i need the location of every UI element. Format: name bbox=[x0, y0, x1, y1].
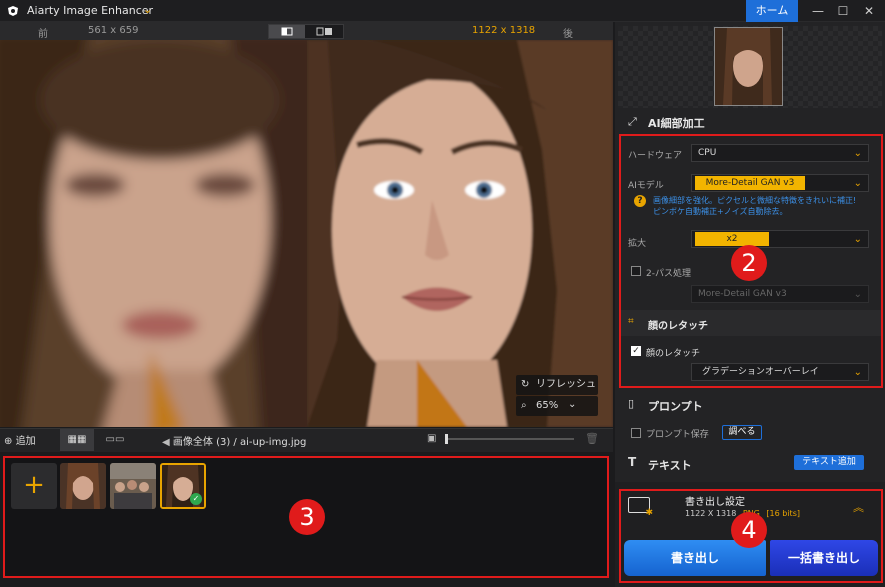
thumbnail-size-slider[interactable] bbox=[446, 438, 574, 440]
chevron-down-icon: ⌄ bbox=[568, 399, 577, 410]
side-by-side-icon bbox=[316, 27, 332, 36]
scale-select[interactable]: x2 ⌄ bbox=[691, 230, 869, 248]
export-bits: [16 bits] bbox=[766, 509, 800, 518]
breadcrumb-separator: / bbox=[233, 437, 237, 448]
before-image-photo bbox=[0, 40, 307, 427]
chevron-down-icon: ⌄ bbox=[853, 289, 862, 300]
lookup-button[interactable]: 調べる bbox=[722, 425, 762, 440]
zoom-control[interactable]: ⌕ 65% ⌄ bbox=[516, 396, 598, 416]
scale-value: x2 bbox=[695, 232, 769, 246]
strip-icon: ▭▭ bbox=[105, 434, 125, 445]
image-icon: ▣ bbox=[427, 433, 437, 444]
model-info-line1: 画像細部を強化。ピクセルと微細な特徴をきれいに補正! bbox=[653, 196, 857, 205]
thumbnail-1-image bbox=[60, 463, 106, 509]
hardware-label: ハードウェア bbox=[628, 151, 683, 161]
badge-2: 2 bbox=[731, 245, 767, 281]
ai-detail-icon: ⤢ bbox=[628, 115, 637, 128]
batch-export-button[interactable]: 一括書き出し bbox=[770, 540, 878, 576]
scale-label: 拡大 bbox=[628, 239, 647, 249]
slider-knob[interactable] bbox=[445, 434, 448, 444]
app-menu-chevron-icon[interactable]: ⌄ bbox=[143, 3, 152, 16]
export-size: 1122 X 1318 bbox=[685, 509, 737, 518]
refresh-button[interactable]: ↻ リフレッシュ bbox=[516, 375, 598, 395]
maximize-button[interactable]: ☐ bbox=[833, 2, 853, 20]
chevron-down-icon: ⌄ bbox=[853, 178, 862, 189]
minimize-button[interactable]: — bbox=[808, 2, 828, 20]
text-title: テキスト bbox=[648, 459, 692, 472]
two-pass-model-value: More-Detail GAN v3 bbox=[698, 289, 787, 299]
face-mode-value: グラデーションオーバーレイ bbox=[702, 367, 819, 377]
face-retouch-checkbox[interactable]: ✓ bbox=[631, 346, 641, 356]
help-icon[interactable]: ? bbox=[634, 195, 646, 207]
split-view-icon bbox=[281, 27, 293, 36]
thumbnail-1[interactable] bbox=[60, 463, 106, 509]
model-select[interactable]: More-Detail GAN v3 ⌄ bbox=[691, 174, 869, 192]
add-label: 追加 bbox=[15, 436, 36, 447]
prompt-save-checkbox[interactable] bbox=[631, 428, 641, 438]
export-settings-title: 書き出し設定 bbox=[685, 497, 745, 508]
grid-icon: ▦▦ bbox=[67, 434, 87, 445]
chevron-down-icon: ⌄ bbox=[853, 234, 862, 245]
check-icon: ✓ bbox=[190, 493, 202, 505]
zoom-value: 65% bbox=[536, 400, 559, 411]
two-pass-checkbox[interactable] bbox=[631, 266, 641, 276]
face-mode-select[interactable]: グラデーションオーバーレイ ⌄ bbox=[691, 363, 869, 381]
add-text-button[interactable]: テキスト追加 bbox=[794, 455, 864, 470]
app-logo-icon bbox=[8, 6, 18, 16]
two-pass-model-select[interactable]: More-Detail GAN v3 ⌄ bbox=[691, 285, 869, 303]
add-button[interactable]: ⊕ 追加 bbox=[4, 432, 36, 447]
before-size: 561 x 659 bbox=[88, 25, 139, 36]
back-arrow-icon[interactable]: ◀ bbox=[162, 437, 170, 448]
after-label: 後 bbox=[563, 29, 573, 40]
preview-thumbnail bbox=[714, 27, 783, 106]
refresh-label: リフレッシュ bbox=[536, 379, 596, 390]
hardware-select[interactable]: CPU ⌄ bbox=[691, 144, 869, 162]
chevron-down-icon: ⌄ bbox=[853, 148, 862, 159]
trash-icon[interactable]: 🗑 bbox=[585, 432, 599, 445]
thumbnail-2[interactable] bbox=[110, 463, 156, 509]
zoom-icon: ⌕ bbox=[521, 400, 527, 411]
grid-view-button[interactable]: ▦▦ bbox=[60, 429, 94, 451]
prompt-save-label: プロンプト保存 bbox=[646, 430, 709, 440]
badge-3: 3 bbox=[289, 499, 325, 535]
preview-photo bbox=[715, 28, 782, 105]
after-image[interactable] bbox=[307, 40, 613, 427]
face-retouch-icon: ⌗ bbox=[628, 316, 634, 327]
split-view-button[interactable] bbox=[269, 25, 305, 38]
document-icon: ▯ bbox=[628, 397, 635, 410]
breadcrumb-file: ai-up-img.jpg bbox=[239, 437, 307, 448]
thumbnail-2-image bbox=[110, 463, 156, 509]
after-size: 1122 x 1318 bbox=[472, 25, 536, 36]
chevron-down-icon: ⌄ bbox=[853, 367, 862, 378]
model-info-line2: ピンボケ自動補正+ノイズ自動除去。 bbox=[653, 207, 788, 216]
thumbnail-3-selected[interactable]: ✓ bbox=[160, 463, 206, 509]
after-image-photo bbox=[307, 40, 613, 427]
breadcrumb-all[interactable]: 画像全体 (3) bbox=[173, 437, 230, 448]
breadcrumb: ◀ 画像全体 (3) / ai-up-img.jpg bbox=[162, 433, 306, 448]
hardware-value: CPU bbox=[698, 148, 717, 158]
close-button[interactable]: ✕ bbox=[859, 2, 879, 20]
badge-4: 4 bbox=[731, 512, 767, 548]
text-icon: T bbox=[628, 455, 637, 469]
home-button[interactable]: ホーム bbox=[746, 0, 798, 22]
model-label: AIモデル bbox=[628, 181, 664, 191]
export-settings-icon: ✱ bbox=[628, 497, 653, 518]
gear-icon: ✱ bbox=[645, 508, 653, 518]
strip-view-button[interactable]: ▭▭ bbox=[98, 429, 132, 451]
before-label: 前 bbox=[38, 29, 48, 40]
prompt-title: プロンプト bbox=[648, 400, 703, 413]
model-value: More-Detail GAN v3 bbox=[695, 176, 805, 190]
plus-circle-icon: ⊕ bbox=[4, 436, 13, 447]
face-retouch-label: 顔のレタッチ bbox=[646, 349, 701, 359]
face-section-title: 顔のレタッチ bbox=[648, 321, 708, 332]
collapse-icon[interactable]: ︽ bbox=[853, 499, 864, 515]
side-by-side-button[interactable] bbox=[306, 25, 343, 38]
two-pass-label: 2-パス処理 bbox=[646, 269, 691, 279]
ai-detail-title: AI細部加工 bbox=[648, 117, 705, 130]
before-image[interactable] bbox=[0, 40, 307, 427]
refresh-icon: ↻ bbox=[521, 379, 530, 390]
model-info: 画像細部を強化。ピクセルと微細な特徴をきれいに補正! ピンボケ自動補正+ノイズ自… bbox=[653, 195, 873, 217]
add-image-tile[interactable]: + bbox=[11, 463, 57, 509]
app-title: Aiarty Image Enhancer bbox=[27, 4, 154, 17]
